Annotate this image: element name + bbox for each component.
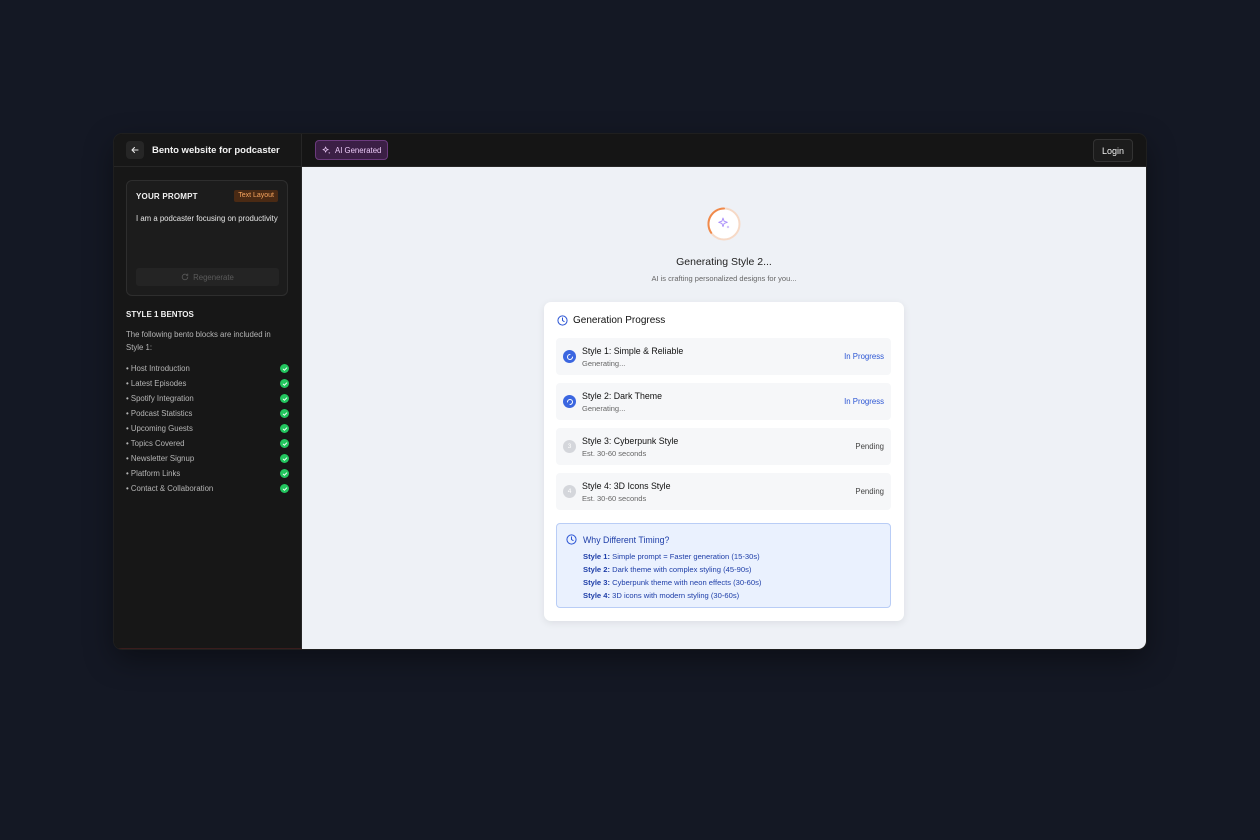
regenerate-label: Regenerate [193,272,234,282]
prompt-card: YOUR PROMPT Text Layout I am a podcaster… [126,180,288,296]
check-circle-icon [280,409,289,418]
step-detail: Est. 30-60 seconds [582,449,647,458]
bento-item-label: • Latest Episodes [126,379,187,388]
list-item: • Spotify Integration [126,391,289,406]
progress-step-1: Style 1: Simple & Reliable Generating...… [556,338,891,375]
timing-line: Style 3: Cyberpunk theme with neon effec… [583,576,761,589]
timing-line-text: 3D icons with modern styling (30-60s) [610,591,740,600]
timing-line: Style 1: Simple prompt = Faster generati… [583,550,761,563]
ai-generated-badge[interactable]: AI Generated [315,140,389,160]
spinner-icon [563,350,576,363]
timing-info-box: Why Different Timing? Style 1: Simple pr… [556,523,891,608]
bento-item-label: • Upcoming Guests [126,424,193,433]
main-content: Generating Style 2... AI is crafting per… [302,167,1146,649]
step-name: Style 4: 3D Icons Style [582,481,671,491]
check-circle-icon [280,469,289,478]
sidebar-header: Bento website for podcaster [114,134,301,167]
clock-icon [557,315,568,326]
arrow-left-icon [131,146,139,154]
prompt-label: YOUR PROMPT [136,192,198,201]
step-status: In Progress [844,397,884,406]
timing-line-text: Simple prompt = Faster generation (15-30… [610,552,760,561]
bento-list: • Host Introduction • Latest Episodes • … [126,361,289,496]
timing-line-label: Style 2: [583,565,611,574]
step-status: In Progress [844,352,884,361]
list-item: • Topics Covered [126,436,289,451]
progress-step-2: Style 2: Dark Theme Generating... In Pro… [556,383,891,420]
refresh-icon [181,273,189,281]
check-circle-icon [280,394,289,403]
check-circle-icon [280,424,289,433]
step-name: Style 3: Cyberpunk Style [582,436,679,446]
timing-lines: Style 1: Simple prompt = Faster generati… [583,550,761,602]
regenerate-button[interactable]: Regenerate [136,268,279,286]
step-name: Style 2: Dark Theme [582,391,663,401]
progress-step-3: 3 Style 3: Cyberpunk Style Est. 30-60 se… [556,428,891,465]
sidebar: Bento website for podcaster YOUR PROMPT … [114,134,302,649]
topbar: AI Generated Login [302,134,1146,167]
step-detail: Generating... [582,359,626,368]
bentos-title: STYLE 1 BENTOS [126,310,194,319]
progress-title: Generation Progress [573,315,666,326]
list-item: • Contact & Collaboration [126,481,289,496]
generating-subtitle: AI is crafting personalized designs for … [651,274,797,283]
spinner-icon [563,395,576,408]
bento-item-label: • Topics Covered [126,439,185,448]
clock-icon [566,534,577,545]
timing-line-label: Style 3: [583,578,611,587]
prompt-text: I am a podcaster focusing on productivit… [136,214,278,223]
step-number: 4 [563,485,576,498]
sparkles-icon [322,146,331,154]
generating-title: Generating Style 2... [676,256,772,268]
timing-line-label: Style 4: [583,591,611,600]
bento-item-label: • Host Introduction [126,364,190,373]
step-status: Pending [855,487,884,496]
back-button[interactable] [126,141,144,159]
timing-line-text: Cyberpunk theme with neon effects (30-60… [610,578,762,587]
step-number: 3 [563,440,576,453]
login-button[interactable]: Login [1093,139,1133,162]
check-circle-icon [280,439,289,448]
progress-card: Generation Progress Style 1: Simple & Re… [544,302,904,621]
layout-badge: Text Layout [234,190,278,202]
check-circle-icon [280,379,289,388]
list-item: • Latest Episodes [126,376,289,391]
project-title: Bento website for podcaster [152,144,280,156]
bento-item-label: • Contact & Collaboration [126,484,214,493]
list-item: • Podcast Statistics [126,406,289,421]
progress-card-header: Generation Progress [557,315,665,326]
bento-item-label: • Spotify Integration [126,394,194,403]
timing-line: Style 2: Dark theme with complex styling… [583,563,761,576]
list-item: • Newsletter Signup [126,451,289,466]
check-circle-icon [280,364,289,373]
bentos-description: The following bento blocks are included … [126,330,271,352]
check-circle-icon [280,484,289,493]
list-item: • Host Introduction [126,361,289,376]
list-item: • Platform Links [126,466,289,481]
step-status: Pending [855,442,884,451]
timing-line-label: Style 1: [583,552,611,561]
spinner-icon [706,206,742,242]
app-window: Bento website for podcaster YOUR PROMPT … [114,134,1146,649]
bento-item-label: • Platform Links [126,469,181,478]
timing-line: Style 4: 3D icons with modern styling (3… [583,589,761,602]
step-name: Style 1: Simple & Reliable [582,346,684,356]
step-detail: Est. 30-60 seconds [582,494,647,503]
bento-item-label: • Newsletter Signup [126,454,195,463]
bento-item-label: • Podcast Statistics [126,409,193,418]
ai-badge-label: AI Generated [335,145,382,155]
check-circle-icon [280,454,289,463]
timing-line-text: Dark theme with complex styling (45-90s) [610,565,752,574]
timing-title: Why Different Timing? [583,535,670,545]
list-item: • Upcoming Guests [126,421,289,436]
step-detail: Generating... [582,404,626,413]
progress-step-4: 4 Style 4: 3D Icons Style Est. 30-60 sec… [556,473,891,510]
